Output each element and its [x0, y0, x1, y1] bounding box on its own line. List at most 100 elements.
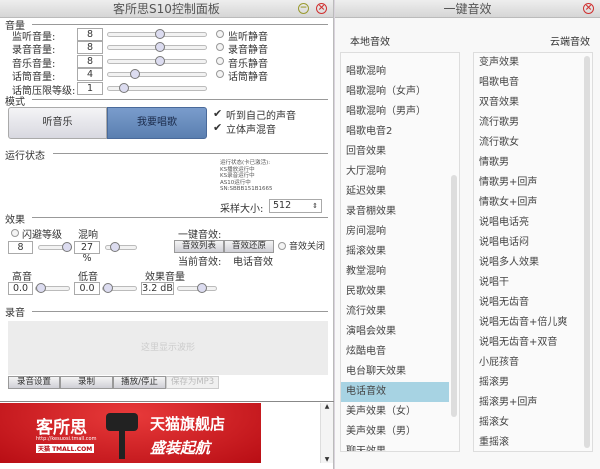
effect-list-item[interactable]: 摇滚男+回声 — [474, 393, 582, 413]
slider-knob[interactable] — [118, 83, 129, 93]
treble-slider[interactable] — [35, 283, 70, 293]
effect-list-item[interactable]: 情歌男+回声 — [474, 173, 582, 193]
scrollbar-thumb[interactable] — [451, 175, 457, 417]
effect-list-item[interactable]: 唱歌电音 — [474, 73, 582, 93]
slider-knob[interactable] — [196, 283, 207, 293]
local-effects-label: 本地音效 — [350, 37, 390, 48]
effect-list-item[interactable]: 民歌效果 — [341, 282, 449, 302]
close-icon[interactable]: × — [583, 3, 594, 14]
effect-list-item[interactable]: 摇滚效果 — [341, 242, 449, 262]
effect-list-item[interactable]: 流行效果 — [341, 302, 449, 322]
slider-knob[interactable] — [110, 242, 120, 252]
volume-value[interactable]: 1 — [77, 82, 103, 95]
listen-music-button[interactable]: 听音乐 — [8, 107, 107, 139]
slider-knob[interactable] — [62, 242, 73, 252]
effect-list-item[interactable]: 说唱电话闷 — [474, 233, 582, 253]
local-effects-list[interactable]: 唱歌混响 唱歌混响（女声） 唱歌混响（男声） 唱歌电音2 回音效果 大厅混响 延迟效果 录音棚… — [340, 52, 460, 452]
volume-slider[interactable] — [107, 29, 207, 39]
effect-list-item[interactable]: 唱歌混响 — [341, 62, 449, 82]
effect-list-item[interactable]: 说唱干 — [474, 273, 582, 293]
fx-volume-value[interactable]: 3.2 dB — [141, 282, 174, 295]
effect-list-item[interactable]: 房间混响 — [341, 222, 449, 242]
close-icon[interactable]: × — [316, 3, 327, 14]
slider-knob[interactable] — [130, 69, 141, 79]
slider-knob[interactable] — [102, 283, 113, 293]
treble-value[interactable]: 0.0 — [8, 282, 33, 295]
effect-list-item[interactable]: 小屁孩音 — [474, 353, 582, 373]
effect-list-item[interactable]: 情歌女+回声 — [474, 193, 582, 213]
record-button[interactable]: 录制 — [60, 376, 113, 389]
volume-value[interactable]: 8 — [77, 28, 103, 41]
slider-knob[interactable] — [154, 29, 165, 39]
mute-radio[interactable] — [216, 70, 224, 78]
save-mp3-button[interactable]: 保存为MP3 — [166, 376, 219, 389]
stereo-mix-checkbox-label[interactable]: 立体声混音 — [226, 121, 276, 136]
cloud-effects-list[interactable]: 变声效果 唱歌电音 双音效果 流行歌男 流行歌女 情歌男 情歌男+回声 情歌女+回声 说唱电话亮… — [473, 52, 593, 452]
effect-list-item[interactable]: 唱歌电音2 — [341, 122, 449, 142]
effect-list-item[interactable]: 录音棚效果 — [341, 202, 449, 222]
banner-scrollbar[interactable]: ▲ ▼ — [320, 403, 333, 463]
hear-self-checkbox-label[interactable]: 听到自己的声音 — [226, 107, 296, 122]
scrollbar-thumb[interactable] — [584, 56, 590, 448]
effect-list-item[interactable]: 炫酷电音 — [341, 342, 449, 362]
effect-list-button[interactable]: 音效列表 — [174, 240, 224, 253]
effect-list-item[interactable]: 说唱无齿音 — [474, 293, 582, 313]
duck-value[interactable]: 8 — [8, 241, 33, 254]
check-icon[interactable]: ✔ — [213, 121, 222, 134]
volume-slider[interactable] — [107, 56, 207, 66]
effect-list-item[interactable]: 延迟效果 — [341, 182, 449, 202]
bass-slider[interactable] — [102, 283, 137, 293]
effect-list-item[interactable]: 摇滚男 — [474, 373, 582, 393]
reverb-value[interactable]: 27 % — [74, 241, 100, 264]
volume-slider[interactable] — [107, 42, 207, 52]
effect-list-item[interactable]: 变声效果 — [474, 53, 582, 73]
effect-list-item[interactable]: 美声效果（男） — [341, 422, 449, 442]
effect-list-item[interactable]: 大厅混响 — [341, 162, 449, 182]
sing-button[interactable]: 我要唱歌 — [107, 107, 207, 139]
mute-radio[interactable] — [216, 57, 224, 65]
check-icon[interactable]: ✔ — [213, 107, 222, 120]
effect-list-item[interactable]: 电话音效 — [341, 382, 449, 402]
effect-list-item[interactable]: 电台聊天效果 — [341, 362, 449, 382]
effect-list-item[interactable]: 说唱电话亮 — [474, 213, 582, 233]
effect-list-item[interactable]: 回音效果 — [341, 142, 449, 162]
effect-list-item[interactable]: 教堂混响 — [341, 262, 449, 282]
effect-list-item[interactable]: 摇滚女 — [474, 413, 582, 433]
effect-list-item[interactable]: 唱歌混响（女声） — [341, 82, 449, 102]
effect-list-item[interactable]: 流行歌男 — [474, 113, 582, 133]
effect-list-item[interactable]: 重摇滚 — [474, 433, 582, 451]
effect-list-item[interactable]: 唱歌混响（男声） — [341, 102, 449, 122]
effect-list-item[interactable]: 聊天效果 — [341, 442, 449, 451]
mute-radio[interactable] — [216, 43, 224, 51]
effect-restore-button[interactable]: 音效还原 — [224, 240, 274, 253]
minimize-icon[interactable]: − — [298, 3, 309, 14]
status-line: 运行状态(卡已激活): — [220, 160, 271, 166]
effect-list-item[interactable]: 演唱会效果 — [341, 322, 449, 342]
slider-knob[interactable] — [154, 42, 165, 52]
duck-radio[interactable] — [11, 229, 19, 237]
sample-size-select[interactable]: 512 ⇕ — [269, 199, 322, 213]
play-stop-button[interactable]: 播放/停止 — [113, 376, 166, 389]
slider-knob[interactable] — [154, 56, 165, 66]
effect-list-item[interactable]: 说唱多人效果 — [474, 253, 582, 273]
effect-list-item[interactable]: 说唱无齿音+倍儿爽 — [474, 313, 582, 333]
effect-list-item[interactable]: 美声效果（女） — [341, 402, 449, 422]
bass-value[interactable]: 0.0 — [74, 282, 100, 295]
mute-radio[interactable] — [216, 30, 224, 38]
volume-slider[interactable] — [107, 83, 207, 93]
effect-list-item[interactable]: 说唱无齿音+双音 — [474, 333, 582, 353]
volume-value[interactable]: 8 — [77, 41, 103, 54]
fx-volume-slider[interactable] — [177, 283, 217, 293]
volume-value[interactable]: 8 — [77, 55, 103, 68]
record-settings-button[interactable]: 录音设置 — [8, 376, 60, 389]
effect-off-radio[interactable] — [278, 242, 286, 250]
effect-list-item[interactable]: 情歌男 — [474, 153, 582, 173]
effect-list-item[interactable]: 双音效果 — [474, 93, 582, 113]
effect-list-item[interactable]: 流行歌女 — [474, 133, 582, 153]
volume-slider[interactable] — [107, 69, 207, 79]
duck-slider[interactable] — [38, 242, 73, 252]
tmall-banner[interactable]: 客所思 http://kesuosi.tmall.com 天猫 TMALL.CO… — [0, 403, 261, 463]
volume-value[interactable]: 4 — [77, 68, 103, 81]
slider-knob[interactable] — [35, 283, 46, 293]
reverb-slider[interactable] — [105, 242, 137, 252]
